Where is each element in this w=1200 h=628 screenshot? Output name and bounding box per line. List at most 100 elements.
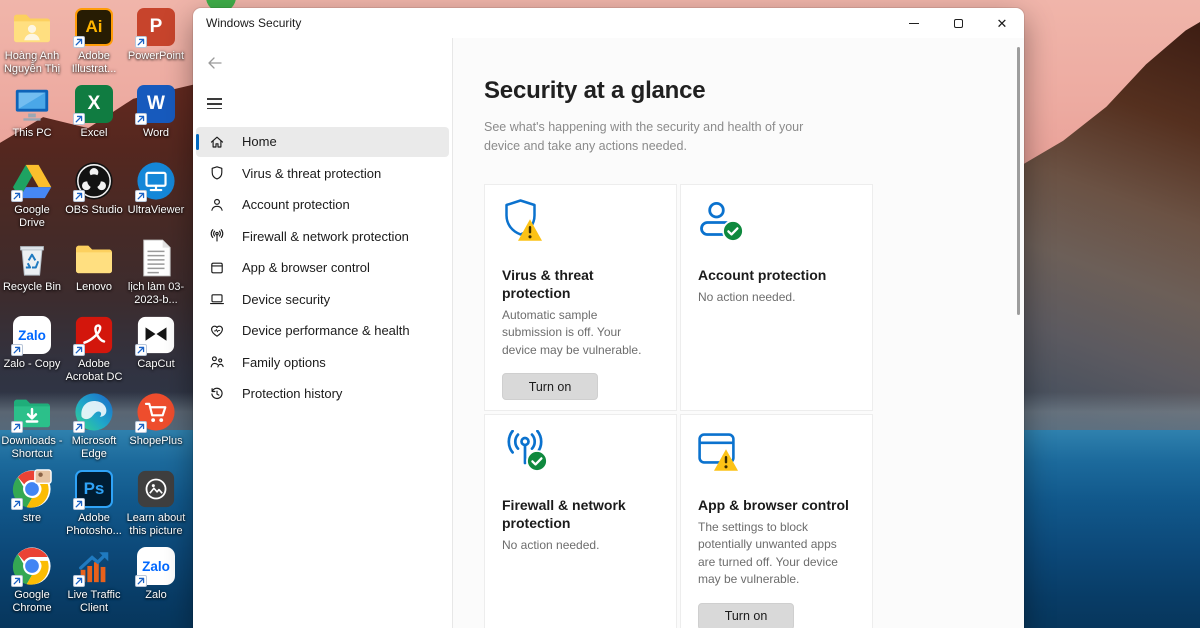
downloads-folder-icon [11,391,53,433]
windows-security-window: Windows Security ✕ [193,8,1024,628]
photoshop-icon: Ps [73,468,115,510]
picture-info-icon [135,468,177,510]
capcut-icon [135,314,177,356]
chrome-profile-icon [11,468,53,510]
card-description: No action needed. [502,537,659,555]
desktop-icon-adobe-illustrat[interactable]: Ai Adobe Illustrat... [63,6,125,83]
desktop-icon-zalo[interactable]: Zalo Zalo [125,545,187,622]
sidebar-item-device-security[interactable]: Device security [196,284,449,314]
sidebar-item-label: App & browser control [242,260,370,275]
shortcut-arrow-icon [11,498,23,510]
desktop-icon-label: Lenovo [76,281,112,294]
desktop-icon-lenovo[interactable]: Lenovo [63,237,125,314]
sidebar-item-account-protection[interactable]: Account protection [196,190,449,220]
user-folder-icon [11,6,53,48]
vertical-scrollbar[interactable] [1017,47,1020,315]
card-description: No action needed. [698,289,855,307]
maximize-button[interactable] [936,8,980,38]
sidebar-item-family-options[interactable]: Family options [196,347,449,377]
desktop-icon-zalo-copy[interactable]: Zalo Zalo - Copy [1,314,63,391]
desktop-icon-stre[interactable]: stre [1,468,63,545]
shortcut-arrow-icon [73,113,85,125]
desktop-icon-label: stre [23,512,41,525]
desktop-icon-l-ch-l-m-03-2023-b[interactable]: lịch làm 03-2023-b... [125,237,187,314]
minimize-button[interactable] [892,8,936,38]
minimize-icon [909,23,919,24]
sidebar-item-app-browser-control[interactable]: App & browser control [196,253,449,283]
sidebar-item-label: Device performance & health [242,323,410,338]
word-icon: W [135,83,177,125]
sidebar-item-label: Family options [242,355,326,370]
zalo-icon: Zalo [11,314,53,356]
desktop-icon-google-drive[interactable]: Google Drive [1,160,63,237]
menu-button[interactable] [203,91,226,117]
desktop-icon-this-pc[interactable]: This PC [1,83,63,160]
desktop-icon-label: Adobe Acrobat DC [63,358,125,383]
card-description: Automatic sample submission is off. Your… [502,307,659,360]
titlebar[interactable]: Windows Security ✕ [193,8,1024,38]
shortcut-arrow-icon [135,344,147,356]
desktop-icon-word[interactable]: W Word [125,83,187,160]
desktop-icon-ultraviewer[interactable]: UltraViewer [125,160,187,237]
desktop-icon-ho-ng-anh-nguy-n-th[interactable]: Hoàng Anh Nguyễn Thị [1,6,63,83]
health-heart-icon [209,323,225,339]
desktop-icon-microsoft-edge[interactable]: Microsoft Edge [63,391,125,468]
sidebar-item-label: Virus & threat protection [242,166,381,181]
card-title: App & browser control [698,497,855,515]
back-arrow-icon [207,56,223,70]
desktop-icon-downloads-shortcut[interactable]: Downloads - Shortcut [1,391,63,468]
desktop-icon-adobe-photosho[interactable]: Ps Adobe Photosho... [63,468,125,545]
sidebar-item-protection-history[interactable]: Protection history [196,379,449,409]
caption-buttons: ✕ [892,8,1024,38]
sidebar-item-device-performance-health[interactable]: Device performance & health [196,316,449,346]
sidebar-item-virus-threat-protection[interactable]: Virus & threat protection [196,158,449,188]
shortcut-arrow-icon [135,575,147,587]
card-firewall-network-protection[interactable]: Firewall & network protection No action … [484,414,677,628]
desktop-icon-capcut[interactable]: CapCut [125,314,187,391]
shortcut-arrow-icon [135,36,147,48]
card-virus-threat-protection[interactable]: Virus & threat protection Automatic samp… [484,184,677,411]
sidebar-item-home[interactable]: Home [196,127,449,157]
shortcut-arrow-icon [73,36,85,48]
desktop-icon-obs-studio[interactable]: OBS Studio [63,160,125,237]
shortcut-arrow-icon [11,344,23,356]
desktop-icon-google-chrome[interactable]: Google Chrome [1,545,63,622]
status-cards: Virus & threat protection Automatic samp… [484,184,1024,628]
turn-on-button[interactable]: Turn on [698,603,794,628]
desktop-icon-excel[interactable]: X Excel [63,83,125,160]
shortcut-arrow-icon [135,113,147,125]
hamburger-icon [207,98,222,109]
sidebar-item-firewall-network-protection[interactable]: Firewall & network protection [196,221,449,251]
laptop-icon [209,291,225,307]
obs-studio-icon [73,160,115,202]
card-account-protection[interactable]: Account protection No action needed. [680,184,873,411]
shortcut-arrow-icon [11,190,23,202]
desktop-icon-adobe-acrobat-dc[interactable]: Adobe Acrobat DC [63,314,125,391]
desktop-icon-powerpoint[interactable]: P PowerPoint [125,6,187,83]
shortcut-arrow-icon [135,190,147,202]
desktop-icon-label: Adobe Photosho... [63,512,125,537]
desktop-icon-shopeplus[interactable]: ShopePlus [125,391,187,468]
desktop-icon-grid: Hoàng Anh Nguyễn Thị Ai Adobe Illustrat.… [1,6,187,622]
illustrator-icon: Ai [73,6,115,48]
sidebar: Home Virus & threat protection Account p… [193,38,452,628]
turn-on-button[interactable]: Turn on [502,373,598,400]
back-button[interactable] [203,52,227,77]
desktop-icon-learn-about-this-picture[interactable]: Learn about this picture [125,468,187,545]
close-icon: ✕ [997,17,1008,30]
desktop-icon-recycle-bin[interactable]: Recycle Bin [1,237,63,314]
shortcut-arrow-icon [73,575,85,587]
shortcut-arrow-icon [73,190,85,202]
card-app-browser-control[interactable]: App & browser control The settings to bl… [680,414,873,628]
desktop-icon-label: This PC [12,127,51,140]
desktop-icon-label: Downloads - Shortcut [1,435,63,460]
desktop-icon-live-traffic-client[interactable]: Live Traffic Client [63,545,125,622]
desktop-icon-label: Recycle Bin [3,281,61,294]
shield-icon [209,165,225,181]
close-button[interactable]: ✕ [980,8,1024,38]
desktop-icon-label: Hoàng Anh Nguyễn Thị [1,50,63,75]
powerpoint-icon: P [135,6,177,48]
page-subtitle: See what's happening with the security a… [484,118,816,157]
edge-icon [73,391,115,433]
shortcut-arrow-icon [135,421,147,433]
